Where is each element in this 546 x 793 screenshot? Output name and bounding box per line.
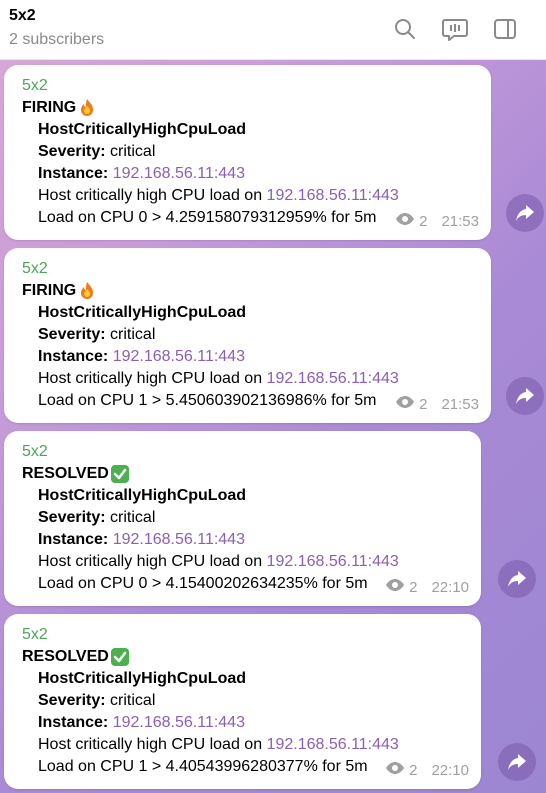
message-sender[interactable]: 5x2 <box>22 625 48 645</box>
message-sender[interactable]: 5x2 <box>22 76 48 96</box>
alert-name: HostCriticallyHighCpuLoad <box>38 670 247 687</box>
sidebar-toggle-icon[interactable] <box>492 16 518 42</box>
severity-value: critical <box>110 509 156 526</box>
message-sender[interactable]: 5x2 <box>22 442 48 462</box>
instance-label: Instance: <box>38 714 109 731</box>
message-time: 22:10 <box>431 578 469 596</box>
description-text: Host critically high CPU load on <box>38 370 263 387</box>
description-link[interactable]: 192.168.56.11:443 <box>267 553 399 570</box>
views-icon <box>395 212 415 230</box>
severity-line: Severity: critical <box>38 142 155 162</box>
check-mark-icon <box>110 647 130 667</box>
description-link[interactable]: 192.168.56.11:443 <box>267 370 399 387</box>
forward-arrow-icon <box>516 388 534 404</box>
severity-label: Severity: <box>38 143 106 160</box>
message-sender[interactable]: 5x2 <box>22 259 48 279</box>
description-line: Host critically high CPU load on 192.168… <box>38 735 399 755</box>
instance-line: Instance: 192.168.56.11:443 <box>38 347 245 367</box>
severity-label: Severity: <box>38 509 106 526</box>
message-time: 22:10 <box>431 761 469 779</box>
load-line: Load on CPU 0 > 4.15400202634235% for 5m <box>38 575 368 592</box>
alert-name: HostCriticallyHighCpuLoad <box>38 304 247 321</box>
severity-line: Severity: critical <box>38 508 155 528</box>
view-count: 2 <box>409 761 418 779</box>
message-meta: 2 21:53 <box>395 212 479 230</box>
description-text: Host critically high CPU load on <box>38 736 263 753</box>
views-icon <box>385 578 405 596</box>
instance-line: Instance: 192.168.56.11:443 <box>38 530 245 550</box>
views-icon <box>395 395 415 413</box>
severity-line: Severity: critical <box>38 325 155 345</box>
check-mark-icon <box>110 464 130 484</box>
view-count: 2 <box>419 395 428 413</box>
description-line: Host critically high CPU load on 192.168… <box>38 369 399 389</box>
severity-line: Severity: critical <box>38 691 155 711</box>
fire-icon <box>77 281 97 301</box>
description-text: Host critically high CPU load on <box>38 553 263 570</box>
message-status: RESOLVED <box>22 647 130 667</box>
severity-value: critical <box>110 326 156 343</box>
message-meta: 2 21:53 <box>395 395 479 413</box>
alert-name: HostCriticallyHighCpuLoad <box>38 121 247 138</box>
load-line: Load on CPU 1 > 4.40543996280377% for 5m <box>38 758 368 775</box>
load-line: Load on CPU 1 > 5.450603902136986% for 5… <box>38 392 377 409</box>
instance-label: Instance: <box>38 165 109 182</box>
instance-label: Instance: <box>38 348 109 365</box>
forward-button[interactable] <box>506 194 544 232</box>
description-text: Host critically high CPU load on <box>38 187 263 204</box>
instance-label: Instance: <box>38 531 109 548</box>
description-link[interactable]: 192.168.56.11:443 <box>267 736 399 753</box>
forward-arrow-icon <box>508 571 526 587</box>
message-meta: 2 22:10 <box>385 761 469 779</box>
message-status: FIRING <box>22 281 97 301</box>
instance-link[interactable]: 192.168.56.11:443 <box>113 531 245 548</box>
status-text: RESOLVED <box>22 648 109 665</box>
message-time: 21:53 <box>441 395 479 413</box>
forward-arrow-icon <box>508 754 526 770</box>
channel-title[interactable]: 5x2 <box>9 7 36 25</box>
search-icon[interactable] <box>392 16 418 42</box>
instance-line: Instance: 192.168.56.11:443 <box>38 713 245 733</box>
discussion-icon[interactable] <box>442 16 468 42</box>
forward-button[interactable] <box>498 743 536 781</box>
severity-label: Severity: <box>38 326 106 343</box>
severity-value: critical <box>110 143 156 160</box>
message-meta: 2 22:10 <box>385 578 469 596</box>
message-bubble[interactable]: 5x2 RESOLVED HostCriticallyHighCpuLoad S… <box>4 431 481 606</box>
subscriber-count: 2 subscribers <box>9 31 105 48</box>
views-icon <box>385 761 405 779</box>
status-text: FIRING <box>22 99 77 116</box>
instance-link[interactable]: 192.168.56.11:443 <box>113 165 245 182</box>
status-text: RESOLVED <box>22 465 109 482</box>
alert-name: HostCriticallyHighCpuLoad <box>38 487 247 504</box>
message-status: RESOLVED <box>22 464 130 484</box>
message-status: FIRING <box>22 98 97 118</box>
instance-link[interactable]: 192.168.56.11:443 <box>113 348 245 365</box>
message-bubble[interactable]: 5x2 FIRING HostCriticallyHighCpuLoad Sev… <box>4 65 491 240</box>
forward-button[interactable] <box>498 560 536 598</box>
severity-label: Severity: <box>38 692 106 709</box>
message-time: 21:53 <box>441 212 479 230</box>
message-bubble[interactable]: 5x2 FIRING HostCriticallyHighCpuLoad Sev… <box>4 248 491 423</box>
description-line: Host critically high CPU load on 192.168… <box>38 552 399 572</box>
view-count: 2 <box>419 212 428 230</box>
forward-button[interactable] <box>506 377 544 415</box>
chat-header: 5x2 2 subscribers <box>0 0 546 60</box>
instance-link[interactable]: 192.168.56.11:443 <box>113 714 245 731</box>
status-text: FIRING <box>22 282 77 299</box>
description-link[interactable]: 192.168.56.11:443 <box>267 187 399 204</box>
description-line: Host critically high CPU load on 192.168… <box>38 186 399 206</box>
load-line: Load on CPU 0 > 4.259158079312959% for 5… <box>38 209 377 226</box>
message-bubble[interactable]: 5x2 RESOLVED HostCriticallyHighCpuLoad S… <box>4 614 481 789</box>
view-count: 2 <box>409 578 418 596</box>
fire-icon <box>77 98 97 118</box>
instance-line: Instance: 192.168.56.11:443 <box>38 164 245 184</box>
severity-value: critical <box>110 692 156 709</box>
forward-arrow-icon <box>516 205 534 221</box>
